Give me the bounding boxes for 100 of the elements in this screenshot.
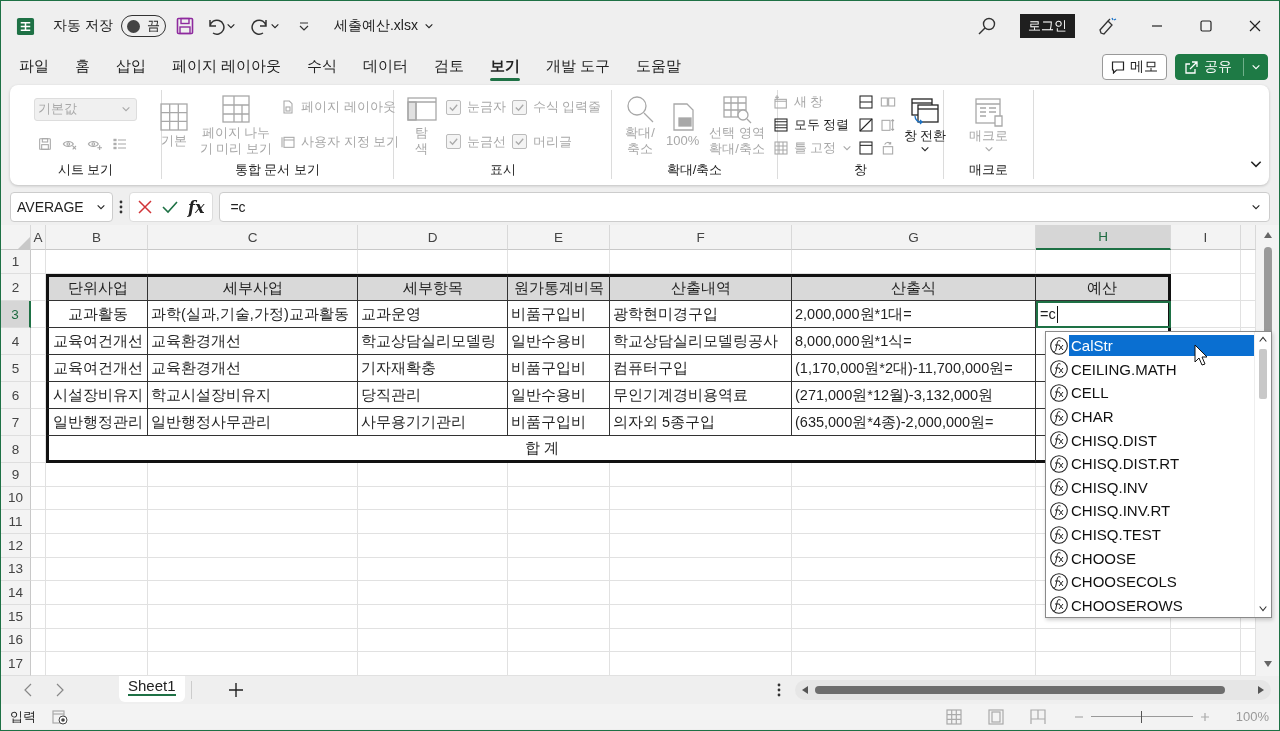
- pen-icon[interactable]: [1097, 16, 1117, 36]
- row-header[interactable]: 13: [1, 557, 31, 582]
- name-box[interactable]: AVERAGE: [10, 192, 113, 222]
- function-option[interactable]: CHOOSE: [1069, 547, 1254, 569]
- function-option[interactable]: CHOOSEROWS: [1069, 594, 1254, 616]
- scroll-left-icon[interactable]: [801, 685, 809, 695]
- scroll-right-icon[interactable]: [1257, 685, 1265, 695]
- scrollbar-thumb[interactable]: [815, 686, 1225, 694]
- column-header[interactable]: E: [508, 225, 610, 250]
- scrollbar-thumb[interactable]: [1259, 349, 1267, 399]
- chevron-down-icon[interactable]: [96, 202, 106, 212]
- row-header[interactable]: 9: [1, 463, 31, 487]
- column-header[interactable]: C: [148, 225, 358, 250]
- menu-tab[interactable]: 페이지 레이아웃: [160, 53, 294, 81]
- search-icon[interactable]: [977, 16, 997, 36]
- table-cell: 광학현미경구입: [610, 301, 792, 328]
- column-header[interactable]: A: [31, 225, 46, 250]
- row-header[interactable]: 11: [1, 510, 31, 534]
- scroll-down-icon[interactable]: [1258, 605, 1268, 613]
- column-header[interactable]: D: [358, 225, 508, 250]
- row-header[interactable]: 10: [1, 486, 31, 511]
- login-button[interactable]: 로그인: [1020, 14, 1075, 38]
- enter-check-icon[interactable]: [162, 200, 178, 214]
- row-header[interactable]: 4: [1, 328, 31, 355]
- memo-button[interactable]: 메모: [1102, 54, 1167, 80]
- save-icon[interactable]: [175, 17, 194, 35]
- function-option[interactable]: CEILING.MATH: [1069, 358, 1254, 380]
- table-header-cell: 세부항목: [358, 274, 508, 301]
- maximize-icon[interactable]: [1199, 20, 1212, 32]
- ribbon-button[interactable]: 모두 정렬: [772, 115, 850, 134]
- previous-sheet-icon[interactable]: [23, 683, 33, 697]
- column-header[interactable]: G: [792, 225, 1036, 250]
- row-header[interactable]: 16: [1, 628, 31, 653]
- close-icon[interactable]: [1248, 20, 1261, 32]
- grid-cell: [1171, 301, 1241, 328]
- hide-icon[interactable]: [857, 116, 874, 133]
- function-option[interactable]: CHISQ.TEST: [1069, 524, 1254, 546]
- scroll-up-icon[interactable]: [1262, 231, 1273, 239]
- menu-tab[interactable]: 삽입: [104, 53, 158, 81]
- table-cell: 일반수용비: [508, 382, 610, 409]
- file-name[interactable]: 세출예산.xlsx: [333, 17, 418, 35]
- next-sheet-icon[interactable]: [55, 683, 65, 697]
- scroll-up-icon[interactable]: [1258, 335, 1268, 343]
- menu-tab[interactable]: 개발 도구: [534, 53, 623, 81]
- row-header[interactable]: 12: [1, 533, 31, 558]
- column-header[interactable]: B: [46, 225, 148, 250]
- page-break-icon: [219, 92, 252, 125]
- row-header[interactable]: 7: [1, 409, 31, 436]
- column-header[interactable]: I: [1171, 225, 1241, 250]
- column-header[interactable]: H: [1036, 225, 1171, 250]
- macro-record-icon[interactable]: [52, 708, 68, 725]
- menu-tab[interactable]: 데이터: [351, 53, 421, 81]
- row-header[interactable]: 14: [1, 581, 31, 605]
- redo-icon[interactable]: [249, 17, 270, 35]
- function-option[interactable]: CHISQ.DIST.RT: [1069, 453, 1254, 475]
- row-header[interactable]: 15: [1, 604, 31, 629]
- row-header[interactable]: 17: [1, 652, 31, 676]
- split-icon[interactable]: [857, 93, 874, 110]
- function-icon: [1049, 524, 1069, 545]
- function-option[interactable]: CELL: [1069, 382, 1254, 404]
- cancel-icon[interactable]: [138, 200, 152, 214]
- menu-tab[interactable]: 보기: [478, 53, 533, 81]
- column-header[interactable]: F: [610, 225, 792, 250]
- unhide-icon[interactable]: [857, 139, 874, 156]
- row-header[interactable]: 2: [1, 274, 31, 301]
- menu-tab[interactable]: 파일: [7, 53, 61, 81]
- function-option[interactable]: CHISQ.INV.RT: [1069, 500, 1254, 522]
- autosave-label: 자동 저장: [53, 17, 113, 35]
- chevron-down-icon[interactable]: [225, 21, 236, 31]
- menu-tab[interactable]: 도움말: [624, 53, 694, 81]
- more-options-icon[interactable]: [119, 200, 123, 214]
- row-header[interactable]: 5: [1, 355, 31, 382]
- insert-function-button[interactable]: fx: [188, 197, 205, 217]
- row-header[interactable]: 1: [1, 250, 31, 274]
- function-option[interactable]: CHOOSECOLS: [1069, 571, 1254, 593]
- table-cell: (635,000원*4종)-2,000,000원=: [792, 409, 1036, 436]
- menu-tab[interactable]: 검토: [422, 53, 477, 81]
- row-header[interactable]: 3: [1, 301, 31, 328]
- customize-icon[interactable]: [297, 20, 310, 32]
- sheet-tab[interactable]: Sheet1: [119, 674, 185, 702]
- active-cell-field[interactable]: =c: [1036, 301, 1171, 328]
- row-header[interactable]: 6: [1, 382, 31, 409]
- more-options-icon[interactable]: [777, 683, 781, 697]
- function-option[interactable]: CHISQ.INV: [1069, 476, 1254, 498]
- menu-tab[interactable]: 홈: [63, 53, 102, 81]
- grid-cell: [31, 652, 46, 676]
- chevron-down-icon[interactable]: [423, 21, 434, 31]
- row-header[interactable]: 8: [1, 436, 31, 463]
- scroll-down-icon[interactable]: [1262, 660, 1273, 668]
- spreadsheet-app-icon[interactable]: [16, 16, 35, 36]
- menu-tab[interactable]: 수식: [295, 53, 350, 81]
- ribbon-button[interactable]: 창 전환: [901, 95, 949, 154]
- function-option[interactable]: CalStr: [1069, 335, 1254, 357]
- function-option[interactable]: CHAR: [1069, 406, 1254, 428]
- formula-field[interactable]: =c: [219, 192, 1270, 222]
- chevron-down-icon[interactable]: [269, 21, 280, 31]
- function-option[interactable]: CHISQ.DIST: [1069, 429, 1254, 451]
- function-icon: [1049, 453, 1069, 474]
- share-button[interactable]: 공유: [1175, 54, 1268, 80]
- add-sheet-icon[interactable]: [227, 682, 244, 698]
